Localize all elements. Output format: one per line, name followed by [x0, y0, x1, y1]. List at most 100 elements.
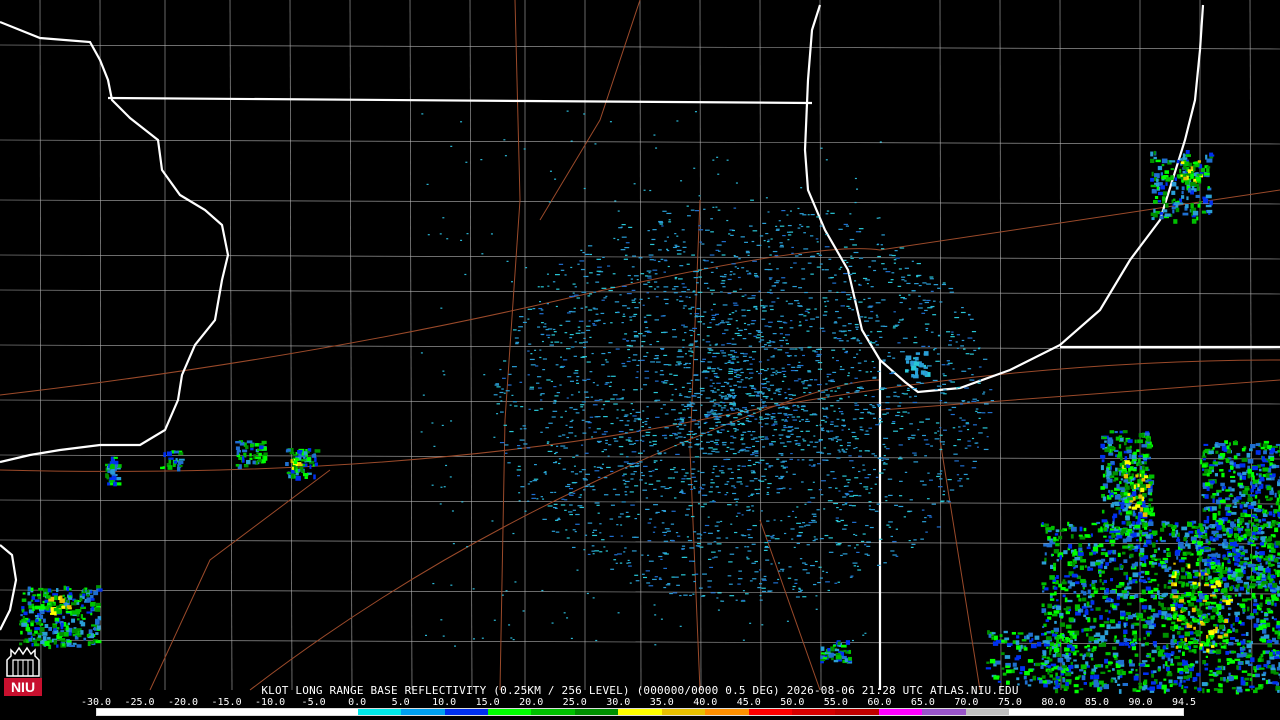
echo-pixel	[554, 274, 560, 276]
echo-pixel	[710, 410, 714, 412]
echo-pixel	[954, 460, 959, 462]
echo-pixel	[899, 456, 902, 458]
echo-pixel	[824, 534, 829, 537]
storm-echo	[1112, 646, 1117, 650]
echo-pixel	[795, 596, 800, 598]
storm-echo	[1235, 548, 1240, 552]
storm-echo	[1081, 628, 1084, 633]
echo-pixel	[731, 409, 735, 411]
echo-pixel	[693, 531, 697, 533]
echo-pixel	[554, 491, 557, 493]
echo-pixel	[587, 553, 591, 556]
echo-pixel	[630, 504, 635, 506]
storm-echo	[1059, 622, 1066, 627]
echo-pixel	[631, 299, 636, 301]
storm-echo	[1225, 497, 1231, 501]
echo-pixel	[718, 323, 721, 325]
echo-pixel	[942, 429, 947, 431]
echo-pixel	[886, 524, 890, 526]
echo-pixel	[859, 482, 863, 485]
echo-pixel	[569, 492, 573, 494]
storm-echo	[1225, 651, 1229, 655]
echo-pixel	[553, 399, 557, 402]
echo-pixel	[641, 440, 645, 442]
echo-pixel	[833, 502, 839, 505]
echo-pixel	[741, 443, 746, 445]
storm-echo	[1106, 624, 1111, 630]
echo-pixel	[593, 431, 597, 433]
echo-pixel	[669, 468, 675, 471]
echo-pixel	[547, 450, 553, 453]
echo-pixel	[560, 445, 566, 447]
echo-pixel	[807, 489, 813, 491]
storm-echo	[1274, 521, 1279, 524]
echo-pixel	[592, 382, 595, 384]
storm-echo	[1055, 542, 1060, 547]
echo-pixel	[978, 366, 982, 368]
storm-echo	[1079, 669, 1084, 672]
echo-pixel	[694, 379, 700, 381]
storm-echo	[1232, 627, 1235, 632]
storm-echo	[1224, 583, 1228, 588]
echo-pixel	[648, 272, 651, 274]
echo-pixel	[654, 380, 659, 382]
echo-pixel	[626, 292, 632, 295]
echo-pixel	[570, 637, 573, 640]
storm-echo	[1140, 579, 1146, 583]
echo-pixel	[570, 266, 573, 269]
storm-echo	[1236, 552, 1241, 558]
echo-pixel	[692, 327, 698, 330]
echo-pixel	[757, 586, 762, 589]
echo-pixel	[663, 452, 667, 454]
storm-echo	[1272, 513, 1276, 518]
echo-pixel	[741, 465, 746, 467]
echo-pixel	[769, 289, 772, 291]
storm-echo	[1273, 671, 1279, 675]
echo-pixel	[579, 471, 583, 473]
echo-pixel	[858, 450, 863, 452]
echo-pixel	[541, 340, 544, 343]
echo-pixel	[601, 408, 604, 410]
echo-pixel	[768, 442, 773, 445]
echo-pixel	[946, 364, 950, 366]
storm-echo	[1231, 573, 1236, 578]
echo-pixel	[814, 414, 818, 416]
echo-pixel	[813, 464, 816, 466]
echo-pixel	[679, 295, 682, 298]
echo-pixel	[737, 414, 743, 416]
storm-echo	[1245, 632, 1249, 636]
echo-pixel	[689, 594, 692, 597]
echo-pixel	[925, 329, 928, 332]
echo-pixel	[773, 519, 776, 521]
echo-pixel	[841, 429, 844, 431]
echo-pixel	[801, 268, 806, 270]
echo-pixel	[709, 385, 713, 387]
echo-pixel	[789, 327, 794, 329]
echo-pixel	[674, 434, 678, 436]
echo-pixel	[714, 439, 720, 441]
echo-pixel	[612, 394, 618, 396]
echo-pixel	[691, 395, 696, 397]
echo-pixel	[603, 546, 606, 548]
echo-pixel	[574, 341, 577, 343]
echo-pixel	[745, 377, 748, 379]
echo-pixel	[883, 454, 886, 457]
storm-echo	[1274, 527, 1279, 533]
storm-echo	[1100, 455, 1106, 459]
echo-pixel	[700, 471, 705, 474]
echo-pixel	[864, 553, 869, 555]
echo-pixel	[499, 391, 504, 394]
echo-pixel	[714, 313, 720, 315]
echo-pixel	[784, 406, 789, 408]
storm-echo	[1219, 469, 1224, 472]
storm-echo	[1269, 474, 1272, 478]
storm-echo	[1202, 468, 1205, 471]
echo-pixel	[563, 447, 568, 449]
echo-pixel	[812, 446, 817, 448]
echo-pixel	[957, 480, 961, 482]
echo-pixel	[961, 306, 964, 309]
echo-pixel	[579, 494, 583, 496]
storm-echo	[1115, 436, 1120, 441]
echo-pixel	[937, 473, 942, 475]
echo-pixel	[546, 441, 550, 443]
